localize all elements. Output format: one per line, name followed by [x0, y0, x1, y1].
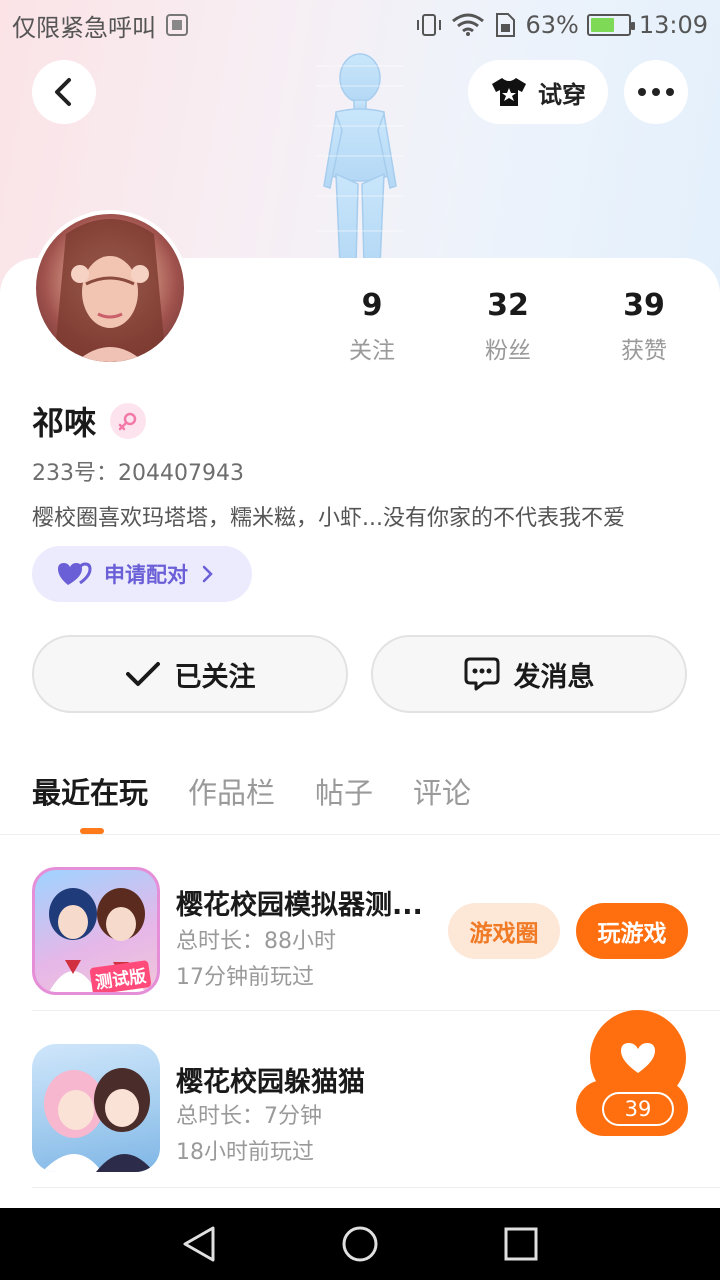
avatar[interactable] [32, 210, 188, 366]
female-gender-icon [110, 403, 147, 439]
game-title: 樱花校园躲猫猫 [176, 1067, 365, 1098]
user-bio: 樱校圈喜欢玛塔塔，糯米糍，小虾...没有你家的不代表我不爱 [32, 506, 625, 531]
back-triangle-icon[interactable] [181, 1224, 217, 1264]
game-icon[interactable] [32, 1044, 160, 1172]
tab-comments[interactable]: 评论 [413, 770, 471, 812]
stat-fans-count: 32 [487, 288, 529, 323]
sim-card-icon [496, 13, 516, 37]
clock: 13:09 [638, 11, 708, 39]
tab-recently-played[interactable]: 最近在玩 [32, 770, 148, 812]
avatar-3d-figure[interactable] [296, 46, 424, 266]
wifi-icon [452, 13, 485, 36]
stat-following-count: 9 [361, 288, 383, 323]
double-heart-icon [58, 562, 92, 585]
screenshot-notification-icon [166, 14, 188, 36]
stat-following-label: 关注 [349, 338, 395, 364]
more-button[interactable] [624, 60, 688, 124]
game-play-duration: 总时长：7分钟 [176, 1104, 322, 1129]
game-last-played: 17分钟前玩过 [176, 965, 314, 990]
vibrate-icon [417, 14, 442, 36]
game-icon-artwork [42, 1068, 154, 1172]
chevron-right-icon [202, 565, 213, 583]
carrier-text: 仅限紧急呼叫 [12, 13, 156, 42]
stat-likes-count: 39 [623, 288, 665, 323]
name-row: 祁唻 [32, 398, 147, 444]
followed-button[interactable]: 已关注 [32, 635, 348, 713]
stat-fans[interactable]: 32 粉丝 [440, 288, 576, 365]
avatar-portrait [54, 219, 166, 362]
tab-posts[interactable]: 帖子 [315, 770, 373, 812]
more-dots-icon [638, 88, 674, 96]
system-navigation-bar [0, 1208, 720, 1280]
send-message-button[interactable]: 发消息 [371, 635, 687, 713]
game-title: 樱花校园模拟器测... [176, 890, 423, 921]
profile-stats: 9 关注 32 粉丝 39 获赞 [304, 288, 712, 365]
chevron-left-icon [55, 78, 71, 106]
battery-percentage: 63% [525, 11, 579, 39]
heart-icon [621, 1043, 655, 1073]
game-icon[interactable]: 测试版 [32, 867, 160, 995]
game-last-played: 18小时前玩过 [176, 1140, 314, 1165]
status-bar: 仅限紧急呼叫 63% 13:09 [0, 0, 720, 50]
followed-label: 已关注 [174, 661, 256, 693]
stat-likes[interactable]: 39 获赞 [576, 288, 712, 365]
game-play-duration: 总时长：88小时 [176, 929, 336, 954]
stat-fans-label: 粉丝 [485, 338, 531, 364]
try-on-label: 试穿 [538, 80, 586, 109]
row-divider [32, 1010, 720, 1011]
battery-icon [586, 14, 635, 36]
back-button[interactable] [32, 60, 96, 124]
tab-works[interactable]: 作品栏 [188, 770, 275, 812]
chat-bubble-icon [464, 657, 499, 691]
request-pair-label: 申请配对 [104, 563, 188, 587]
home-circle-icon[interactable] [340, 1224, 380, 1264]
tshirt-icon [492, 78, 526, 106]
stat-likes-label: 获赞 [621, 338, 667, 364]
like-count-badge: 39 [602, 1092, 674, 1126]
profile-tabs: 最近在玩 作品栏 帖子 评论 [32, 770, 471, 812]
game-circle-button[interactable]: 游戏圈 [448, 903, 560, 959]
user-name: 祁唻 [32, 404, 97, 442]
play-game-button[interactable]: 玩游戏 [576, 903, 688, 959]
user-id: 233号：204407943 [32, 461, 244, 486]
request-pair-button[interactable]: 申请配对 [32, 546, 252, 602]
stat-following[interactable]: 9 关注 [304, 288, 440, 365]
send-message-label: 发消息 [513, 661, 595, 693]
checkmark-icon [125, 662, 160, 686]
try-on-button[interactable]: 试穿 [468, 60, 608, 124]
list-item[interactable]: 测试版 樱花校园模拟器测... 总时长：88小时 17分钟前玩过 游戏圈 玩游戏 [0, 835, 720, 1011]
row-divider [32, 1187, 720, 1188]
recent-apps-square-icon[interactable] [503, 1226, 539, 1262]
